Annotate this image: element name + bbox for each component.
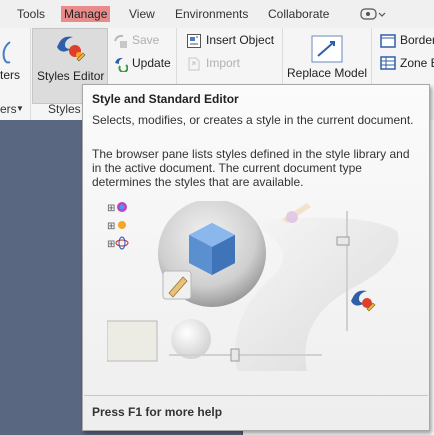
svg-text:⊞: ⊞	[107, 203, 115, 214]
tooltip-description: Selects, modifies, or creates a style in…	[92, 113, 414, 127]
save-style-icon	[114, 34, 127, 48]
save-button[interactable]: Save	[132, 33, 159, 47]
styles-editor-label: Styles Editor	[37, 69, 105, 83]
import-icon	[188, 57, 200, 71]
menu-environments[interactable]: Environments	[175, 7, 248, 21]
styles-editor-icon	[57, 36, 86, 62]
tooltip: Style and Standard Editor Selects, modif…	[82, 84, 430, 431]
menu-view[interactable]: View	[129, 7, 155, 21]
menu-tools[interactable]: Tools	[17, 7, 45, 21]
insert-object-icon	[187, 34, 201, 48]
tooltip-body: The browser pane lists styles defined in…	[92, 147, 410, 189]
zone-icon	[380, 56, 396, 70]
tree-expand-icons: ⊞ ⊞ ⊞	[107, 202, 129, 250]
tooltip-help-footer: Press F1 for more help	[92, 405, 223, 419]
menu-bar: Tools Manage View Environments Collabora…	[0, 0, 434, 28]
tooltip-title: Style and Standard Editor	[92, 92, 239, 106]
group-label-styles: Styles	[48, 102, 81, 116]
update-style-icon	[115, 57, 128, 72]
insert-object-button[interactable]: Insert Object	[206, 33, 274, 47]
partial-button-label[interactable]: ters	[0, 68, 20, 82]
group-dropdown-icon[interactable]: ▼	[16, 104, 24, 113]
partial-tool-icon	[2, 41, 11, 64]
replace-model-icon	[311, 35, 343, 63]
svg-text:⊞: ⊞	[107, 221, 115, 232]
group-label-partial: ers	[0, 102, 17, 116]
update-button[interactable]: Update	[132, 56, 171, 70]
import-button[interactable]: Import	[206, 56, 240, 70]
menu-manage[interactable]: Manage	[61, 6, 111, 22]
tooltip-divider	[84, 395, 428, 396]
style-editor-illustration: ⊞ ⊞ ⊞	[107, 201, 399, 371]
svg-text:⊞: ⊞	[107, 239, 115, 250]
border-icon	[380, 34, 396, 48]
replace-model-button[interactable]: Replace Model	[287, 66, 367, 80]
zone-button[interactable]: Zone E	[400, 56, 434, 70]
menu-collaborate[interactable]: Collaborate	[268, 7, 329, 21]
border-button[interactable]: Border	[400, 33, 434, 47]
ribbon-toggle-icon[interactable]	[360, 8, 386, 20]
